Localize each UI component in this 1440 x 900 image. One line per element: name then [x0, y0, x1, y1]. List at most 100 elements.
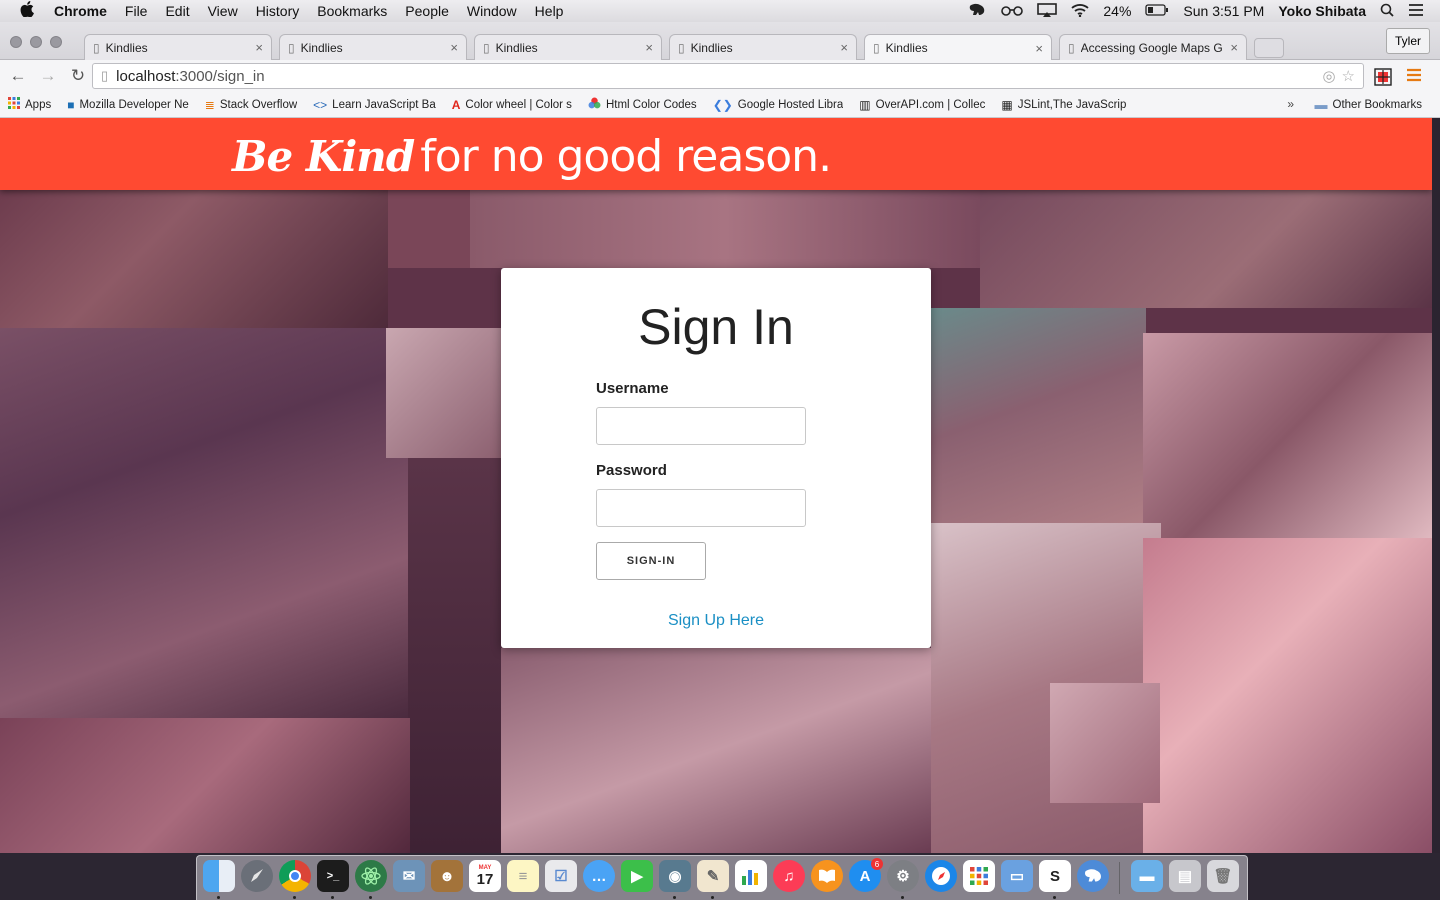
- tab-5-active[interactable]: ▯ Kindlies ×: [864, 34, 1052, 61]
- notification-center-icon[interactable]: [1408, 3, 1424, 20]
- menu-people[interactable]: People: [405, 3, 449, 19]
- safari-compass-icon[interactable]: [925, 860, 957, 892]
- page-icon: ▯: [1068, 40, 1075, 55]
- apple-menu-icon[interactable]: [20, 1, 36, 21]
- bookmark-color-wheel[interactable]: A Color wheel | Color s: [452, 98, 572, 112]
- sign-in-button[interactable]: SIGN-IN: [596, 542, 706, 580]
- page-info-icon[interactable]: ▯: [101, 68, 108, 84]
- brand-logo-text[interactable]: Be Kind: [232, 132, 415, 181]
- bookmarks-overflow-chevron-icon[interactable]: »: [1287, 97, 1294, 111]
- close-tab-icon[interactable]: ×: [645, 40, 653, 55]
- tab-3[interactable]: ▯ Kindlies ×: [474, 34, 662, 60]
- bookmark-learn-js[interactable]: <> Learn JavaScript Ba: [313, 98, 436, 112]
- battery-percent: 24%: [1103, 3, 1132, 19]
- keynote-icon[interactable]: ▭: [1001, 860, 1033, 892]
- terminal-icon[interactable]: >_: [317, 860, 349, 892]
- minimize-window-icon[interactable]: [30, 36, 42, 48]
- system-preferences-gear-icon[interactable]: ⚙: [887, 860, 919, 892]
- collage-photo: [0, 328, 410, 718]
- notes-icon[interactable]: ≡: [507, 860, 539, 892]
- collage-photo: [1143, 538, 1432, 853]
- bookmark-html-color-codes[interactable]: Html Color Codes: [588, 97, 697, 113]
- slack-grid-icon[interactable]: [963, 860, 995, 892]
- wifi-icon[interactable]: [1071, 3, 1089, 20]
- sketch-s-icon[interactable]: S: [1039, 860, 1071, 892]
- profile-button[interactable]: Tyler: [1385, 28, 1430, 54]
- address-bar[interactable]: ▯ localhost:3000/sign_in ◎ ☆: [92, 63, 1364, 89]
- launchpad-rocket-icon[interactable]: [241, 860, 273, 892]
- close-tab-icon[interactable]: ×: [1035, 41, 1043, 56]
- bookmark-mdn[interactable]: ■ Mozilla Developer Ne: [67, 98, 189, 112]
- username-input[interactable]: [596, 407, 806, 445]
- collage-photo: [0, 178, 388, 328]
- calendar-icon[interactable]: MAY 17: [469, 860, 501, 892]
- tab-4[interactable]: ▯ Kindlies ×: [669, 34, 857, 60]
- password-label: Password: [596, 462, 667, 479]
- close-window-icon[interactable]: [10, 36, 22, 48]
- spotlight-search-icon[interactable]: [1380, 3, 1394, 20]
- location-target-icon[interactable]: ◎: [1322, 67, 1335, 85]
- close-tab-icon[interactable]: ×: [1230, 40, 1238, 55]
- user-name[interactable]: Yoko Shibata: [1278, 3, 1366, 19]
- airplay-display-icon[interactable]: [1037, 2, 1058, 20]
- facetime-icon[interactable]: ▶: [621, 860, 653, 892]
- trash-icon[interactable]: 🗑: [1207, 860, 1239, 892]
- postgres-elephant-icon[interactable]: [1077, 860, 1109, 892]
- zoom-window-icon[interactable]: [50, 36, 62, 48]
- collage-photo: [1143, 333, 1432, 538]
- menu-help[interactable]: Help: [535, 3, 564, 19]
- reload-icon[interactable]: ↻: [66, 66, 90, 86]
- menu-bookmarks[interactable]: Bookmarks: [317, 3, 387, 19]
- preview-icon[interactable]: ✎: [697, 860, 729, 892]
- chrome-browser-icon[interactable]: [279, 860, 311, 892]
- mail-stamp-icon[interactable]: ✉: [393, 860, 425, 892]
- tab-6[interactable]: ▯ Accessing Google Maps G ×: [1059, 34, 1247, 60]
- sign-up-link[interactable]: Sign Up Here: [501, 612, 931, 630]
- new-tab-button[interactable]: [1254, 38, 1284, 58]
- menu-view[interactable]: View: [208, 3, 238, 19]
- reminders-icon[interactable]: ☑: [545, 860, 577, 892]
- menu-edit[interactable]: Edit: [165, 3, 189, 19]
- accessibility-glasses-icon[interactable]: [1001, 4, 1024, 19]
- finder-icon[interactable]: [203, 860, 235, 892]
- bookmark-overapi[interactable]: ▥ OverAPI.com | Collec: [859, 98, 985, 112]
- chrome-menu-icon[interactable]: [1406, 68, 1422, 85]
- tab-2[interactable]: ▯ Kindlies ×: [279, 34, 467, 60]
- bookmark-google-hosted-libraries[interactable]: ❮❯ Google Hosted Libra: [713, 98, 844, 112]
- numbers-chart-icon[interactable]: [735, 860, 767, 892]
- menu-app-name[interactable]: Chrome: [54, 3, 107, 19]
- bookmark-label: Learn JavaScript Ba: [332, 98, 436, 111]
- colorzilla-extension-icon[interactable]: [1374, 68, 1392, 89]
- macos-menu-bar: Chrome File Edit View History Bookmarks …: [0, 0, 1440, 22]
- back-arrow-icon[interactable]: ←: [6, 66, 30, 86]
- web-page: Be Kind for no good reason. Sign In Usern…: [0, 118, 1432, 853]
- menu-window[interactable]: Window: [467, 3, 517, 19]
- atom-editor-icon[interactable]: [355, 860, 387, 892]
- bookmark-label: Google Hosted Libra: [737, 98, 844, 111]
- battery-icon[interactable]: [1145, 3, 1169, 19]
- contacts-icon[interactable]: ☻: [431, 860, 463, 892]
- close-tab-icon[interactable]: ×: [840, 40, 848, 55]
- forward-arrow-icon[interactable]: →: [36, 66, 60, 86]
- tab-1[interactable]: ▯ Kindlies ×: [84, 34, 272, 60]
- itunes-music-icon[interactable]: ♫: [773, 860, 805, 892]
- other-bookmarks[interactable]: ▬ Other Bookmarks: [1315, 97, 1422, 112]
- downloads-stack-icon[interactable]: ▤: [1169, 860, 1201, 892]
- photo-booth-icon[interactable]: ◉: [659, 860, 691, 892]
- bookmark-apps[interactable]: Apps: [8, 97, 51, 112]
- bookmark-stackoverflow[interactable]: ≣ Stack Overflow: [205, 98, 297, 112]
- url-host: localhost: [116, 67, 176, 85]
- bookmark-jslint[interactable]: ▦ JSLint,The JavaScrip: [1001, 98, 1126, 112]
- menu-history[interactable]: History: [256, 3, 300, 19]
- menu-file[interactable]: File: [125, 3, 148, 19]
- evernote-elephant-icon[interactable]: [967, 3, 987, 20]
- google-dev-icon: ❮❯: [712, 97, 733, 112]
- clock[interactable]: Sun 3:51 PM: [1183, 3, 1264, 19]
- password-input[interactable]: [596, 489, 806, 527]
- bookmark-star-icon[interactable]: ☆: [1342, 67, 1355, 85]
- messages-icon[interactable]: …: [583, 860, 615, 892]
- close-tab-icon[interactable]: ×: [255, 40, 263, 55]
- applications-folder-icon[interactable]: ▬: [1131, 860, 1163, 892]
- close-tab-icon[interactable]: ×: [450, 40, 458, 55]
- ibooks-icon[interactable]: [811, 860, 843, 892]
